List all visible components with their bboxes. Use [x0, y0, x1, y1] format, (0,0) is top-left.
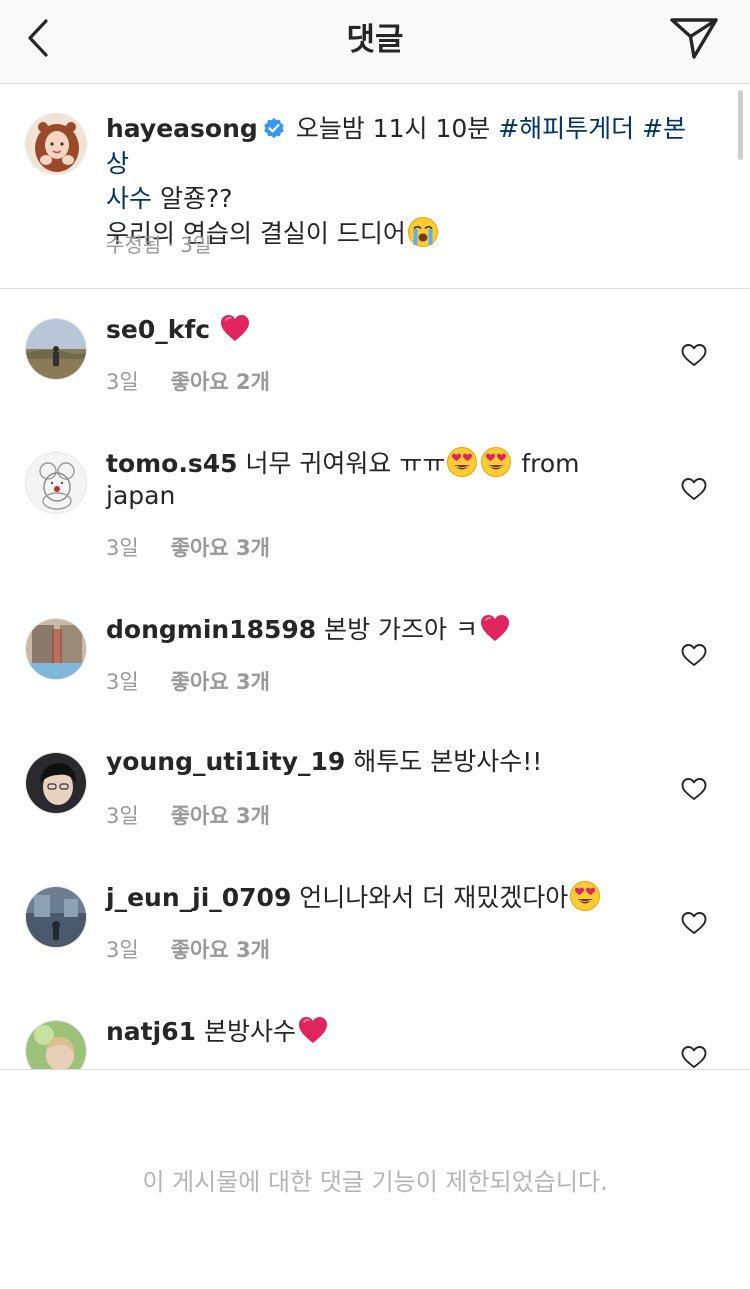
comment-body: from	[521, 449, 580, 478]
comment-meta: 3일 좋아요 3개	[106, 532, 270, 562]
caption-username[interactable]: hayeasong	[106, 114, 258, 143]
caption-body: 알죵??	[159, 184, 233, 213]
avatar[interactable]	[25, 886, 87, 948]
comment-text: young_uti1ity_19 해투도 본방사수!!	[106, 746, 646, 778]
restricted-message: 이 게시물에 대한 댓글 기능이 제한되었습니다.	[142, 1168, 608, 1196]
comments-restricted-panel: 이 게시물에 대한 댓글 기능이 제한되었습니다.	[0, 1069, 750, 1289]
comment-timestamp: 3일	[106, 938, 139, 962]
paper-plane-icon	[670, 18, 718, 59]
like-heart-icon[interactable]	[681, 1045, 707, 1069]
like-heart-icon[interactable]	[681, 343, 707, 367]
avatar[interactable]	[25, 752, 87, 814]
comment-username[interactable]: tomo.s45	[106, 449, 238, 478]
comment-text: natj61 본방사수	[106, 1014, 646, 1048]
comment-text: j_eun_ji_0709 언니나와서 더 재밌겠다아	[106, 880, 646, 914]
hashtag-link[interactable]: 사수	[106, 184, 152, 213]
comment-body: 해투도 본방사수!!	[353, 747, 543, 776]
likes-count[interactable]: 좋아요 3개	[171, 670, 270, 694]
comment-body: japan	[106, 481, 176, 510]
avatar[interactable]	[25, 452, 87, 514]
red-heart-icon	[297, 1014, 329, 1046]
profile-photo-icon	[26, 114, 86, 174]
comment-timestamp: 3일	[106, 670, 139, 694]
caption-meta: 수정됨 · 3일	[106, 233, 212, 257]
post-caption: hayeasong 오늘밤 11시 10분 #해피투게더 #본상 사수 알죵??…	[0, 85, 750, 289]
comment-timestamp: 3일	[106, 370, 139, 394]
crying-face-icon	[407, 216, 439, 248]
avatar[interactable]	[25, 618, 87, 680]
comment-item: dongmin18598 본방 가즈아 ㅋ 3일 좋아요 3개	[0, 618, 750, 748]
red-heart-icon	[479, 612, 511, 644]
avatar[interactable]	[25, 113, 87, 175]
likes-count[interactable]: 좋아요 3개	[171, 938, 270, 962]
comment-timestamp: 3일	[106, 536, 139, 560]
comment-meta: 3일 좋아요 3개	[106, 666, 270, 696]
comment-meta: 3일 좋아요 2개	[106, 366, 270, 396]
heart-eyes-face-icon	[480, 446, 512, 478]
heart-eyes-face-icon	[569, 880, 601, 912]
comment-username[interactable]: young_uti1ity_19	[106, 747, 345, 776]
comment-username[interactable]: j_eun_ji_0709	[106, 883, 291, 912]
top-navigation-bar: 댓글	[0, 0, 750, 84]
comment-text: tomo.s45 너무 귀여워요 ㅠㅠ from japan	[106, 446, 646, 512]
comment-item: j_eun_ji_0709 언니나와서 더 재밌겠다아 3일 좋아요 3개	[0, 886, 750, 1016]
comment-username[interactable]: se0_kfc	[106, 315, 210, 344]
comment-text: se0_kfc	[106, 312, 646, 346]
profile-photo-icon	[26, 453, 86, 513]
profile-photo-icon	[26, 319, 86, 379]
comment-timestamp: 3일	[106, 804, 139, 828]
avatar[interactable]	[25, 318, 87, 380]
comment-username[interactable]: dongmin18598	[106, 615, 316, 644]
comment-body: 본방 가즈아 ㅋ	[324, 615, 479, 644]
share-button[interactable]	[668, 14, 720, 62]
comment-item: se0_kfc 3일 좋아요 2개	[0, 318, 750, 448]
comment-body: 본방사수	[203, 1017, 296, 1046]
verified-badge-icon	[263, 118, 284, 139]
comment-body: 언니나와서 더 재밌겠다아	[299, 883, 569, 912]
heart-eyes-face-icon	[446, 446, 478, 478]
comment-meta: 3일 좋아요 3개	[106, 800, 270, 830]
comment-meta: 3일 좋아요 3개	[106, 934, 270, 964]
caption-body: 오늘밤 11시 10분	[295, 114, 491, 143]
hashtag-link[interactable]: #해피투게더	[498, 114, 634, 143]
like-heart-icon[interactable]	[681, 643, 707, 667]
comment-username[interactable]: natj61	[106, 1017, 196, 1046]
likes-count[interactable]: 좋아요 3개	[171, 804, 270, 828]
profile-photo-icon	[26, 887, 86, 947]
like-heart-icon[interactable]	[681, 777, 707, 801]
comment-item: young_uti1ity_19 해투도 본방사수!! 3일 좋아요 3개	[0, 747, 750, 882]
profile-photo-icon	[26, 619, 86, 679]
page-title: 댓글	[346, 22, 404, 58]
profile-photo-icon	[26, 753, 86, 813]
comment-text: dongmin18598 본방 가즈아 ㅋ	[106, 612, 646, 646]
likes-count[interactable]: 좋아요 2개	[171, 370, 270, 394]
likes-count[interactable]: 좋아요 3개	[171, 536, 270, 560]
comment-item: tomo.s45 너무 귀여워요 ㅠㅠ from japan 3일 좋아요 3개	[0, 452, 750, 582]
like-heart-icon[interactable]	[681, 911, 707, 935]
comment-body: 너무 귀여워요 ㅠㅠ	[245, 449, 446, 478]
like-heart-icon[interactable]	[681, 477, 707, 501]
red-heart-icon	[219, 312, 251, 344]
